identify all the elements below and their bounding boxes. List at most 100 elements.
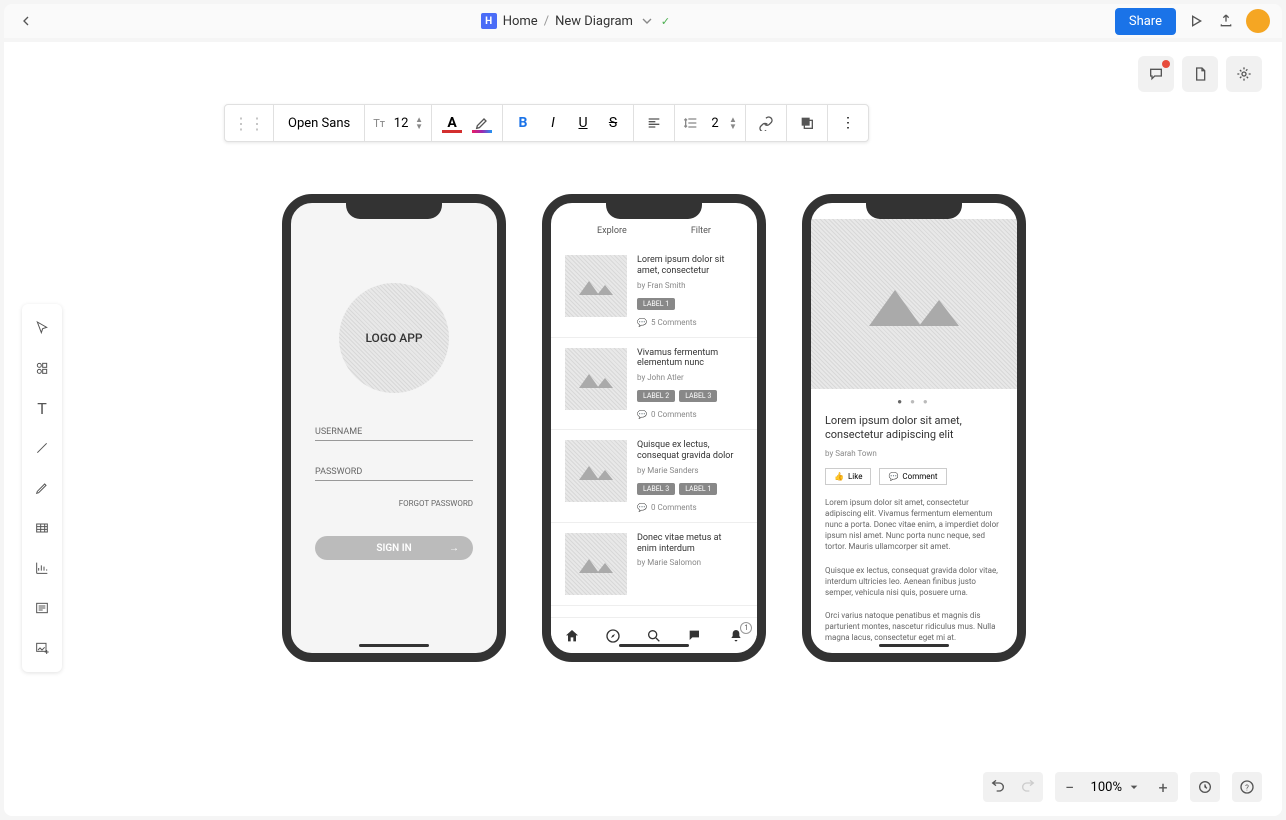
- breadcrumb-home[interactable]: Home: [503, 14, 538, 29]
- pages-button[interactable]: [1182, 56, 1218, 92]
- comments-button[interactable]: [1138, 56, 1174, 92]
- text-icon: T: [37, 399, 47, 418]
- detail-author: by Sarah Town: [825, 449, 1003, 458]
- help-icon: ?: [1239, 779, 1255, 795]
- pen-tool[interactable]: [28, 474, 56, 502]
- highlight-button[interactable]: [470, 111, 494, 135]
- compass-icon: [605, 628, 621, 644]
- like-button: 👍Like: [825, 468, 871, 485]
- present-button[interactable]: [1186, 11, 1206, 31]
- avatar[interactable]: [1246, 9, 1270, 33]
- home-indicator: [879, 644, 949, 647]
- feed-thumbnail: [565, 440, 627, 502]
- home-indicator: [359, 644, 429, 647]
- chevron-down-icon[interactable]: [639, 13, 655, 29]
- strikethrough-button[interactable]: S: [601, 111, 625, 135]
- shapes-tool[interactable]: [28, 354, 56, 382]
- wireframe-phones: LOGO APP USERNAME PASSWORD FORGOT PASSWO…: [282, 194, 1026, 662]
- export-button[interactable]: [1216, 11, 1236, 31]
- font-size-value: 12: [391, 116, 411, 131]
- zoom-out-button[interactable]: −: [1055, 772, 1085, 802]
- line-tool[interactable]: [28, 434, 56, 462]
- nav-explore: [605, 628, 621, 644]
- more-button[interactable]: ⋮: [836, 111, 860, 135]
- feed-list: Lorem ipsum dolor sit amet, consectetur …: [551, 245, 757, 606]
- align-button[interactable]: [642, 111, 666, 135]
- nav-home: [564, 628, 580, 644]
- feed-thumbnail: [565, 348, 627, 410]
- phone-login[interactable]: LOGO APP USERNAME PASSWORD FORGOT PASSWO…: [282, 194, 506, 662]
- breadcrumb-diagram[interactable]: New Diagram: [555, 14, 633, 29]
- text-tool[interactable]: T: [28, 394, 56, 422]
- link-button[interactable]: [754, 111, 778, 135]
- home-icon[interactable]: H: [481, 13, 497, 29]
- text-size-icon: Tт: [373, 117, 385, 130]
- image-tool[interactable]: [28, 634, 56, 662]
- forgot-password-link: FORGOT PASSWORD: [315, 499, 473, 508]
- marker-icon: [474, 115, 490, 131]
- zoom-value: 100%: [1091, 780, 1122, 795]
- kebab-icon: ⋮: [841, 115, 855, 131]
- label-chip: LABEL 3: [679, 390, 717, 402]
- sync-icon: ✓: [661, 15, 670, 28]
- settings-button[interactable]: [1226, 56, 1262, 92]
- redo-button[interactable]: [1013, 772, 1043, 802]
- underline-button[interactable]: U: [571, 111, 595, 135]
- font-size-input[interactable]: 12 ▲▼: [391, 116, 423, 131]
- mountains-icon: [579, 555, 613, 573]
- svg-text:?: ?: [1245, 783, 1249, 792]
- phone-feed[interactable]: Explore Filter Lorem ipsum dolor sit ame…: [542, 194, 766, 662]
- breadcrumb-separator: /: [544, 14, 549, 29]
- form-tool[interactable]: [28, 594, 56, 622]
- comment-button: 💬Comment: [879, 468, 946, 485]
- layers-button[interactable]: [795, 111, 819, 135]
- bold-button[interactable]: B: [511, 111, 535, 135]
- link-icon: [758, 115, 774, 131]
- phone-notch: [346, 201, 442, 219]
- help-button[interactable]: ?: [1232, 772, 1262, 802]
- chart-icon: [34, 560, 50, 576]
- share-button[interactable]: Share: [1115, 8, 1176, 35]
- back-button[interactable]: [16, 11, 36, 31]
- feed-thumbnail: [565, 533, 627, 595]
- home-indicator: [619, 644, 689, 647]
- line-height-value: 2: [705, 116, 725, 131]
- detail-paragraph-2: Quisque ex lectus, consequat gravida dol…: [825, 565, 1003, 599]
- hero-image: [811, 219, 1017, 389]
- select-tool[interactable]: [28, 314, 56, 342]
- feed-content: Quisque ex lectus, consequat gravida dol…: [637, 440, 743, 512]
- feed-content: Donec vitae metus at enim interdum by Ma…: [637, 533, 743, 595]
- feed-content: Vivamus fermentum elementum nunc by John…: [637, 348, 743, 420]
- detail-title: Lorem ipsum dolor sit amet, consectetur …: [825, 414, 1003, 443]
- feed-item: Lorem ipsum dolor sit amet, consectetur …: [551, 245, 757, 338]
- zoom-level[interactable]: 100%: [1085, 779, 1148, 795]
- thumbs-up-icon: 👍: [834, 472, 844, 481]
- signin-label: SIGN IN: [376, 543, 411, 554]
- text-toolbar: ⋮⋮ Open Sans Tт 12 ▲▼ A B I U S: [224, 104, 869, 142]
- username-field: USERNAME: [315, 427, 473, 441]
- zoom-in-button[interactable]: +: [1148, 772, 1178, 802]
- phone-detail[interactable]: ● ● ● Lorem ipsum dolor sit amet, consec…: [802, 194, 1026, 662]
- line-height-input[interactable]: 2 ▲▼: [705, 116, 737, 131]
- login-screen: LOGO APP USERNAME PASSWORD FORGOT PASSWO…: [291, 203, 497, 560]
- canvas-top-icons: [1138, 56, 1262, 92]
- drag-handle-icon[interactable]: ⋮⋮: [233, 114, 265, 133]
- mountains-icon: [869, 282, 959, 326]
- topbar: H Home / New Diagram ✓ Share: [4, 4, 1282, 38]
- italic-button[interactable]: I: [541, 111, 565, 135]
- comment-icon: 💬: [637, 503, 647, 512]
- chart-tool[interactable]: [28, 554, 56, 582]
- comment-icon: 💬: [637, 318, 647, 327]
- history-button[interactable]: [1190, 772, 1220, 802]
- history-icon: [1197, 779, 1213, 795]
- canvas[interactable]: ⋮⋮ Open Sans Tт 12 ▲▼ A B I U S: [4, 42, 1282, 816]
- bottom-bar: − 100% + ?: [983, 772, 1262, 802]
- feed-item: Donec vitae metus at enim interdum by Ma…: [551, 523, 757, 606]
- mountains-icon: [579, 370, 613, 388]
- text-color-button[interactable]: A: [440, 111, 464, 135]
- feed-labels: LABEL 1: [637, 298, 743, 310]
- undo-button[interactable]: [983, 772, 1013, 802]
- font-selector[interactable]: Open Sans: [282, 116, 356, 131]
- table-tool[interactable]: [28, 514, 56, 542]
- feed-comments: 💬0 Comments: [637, 503, 743, 512]
